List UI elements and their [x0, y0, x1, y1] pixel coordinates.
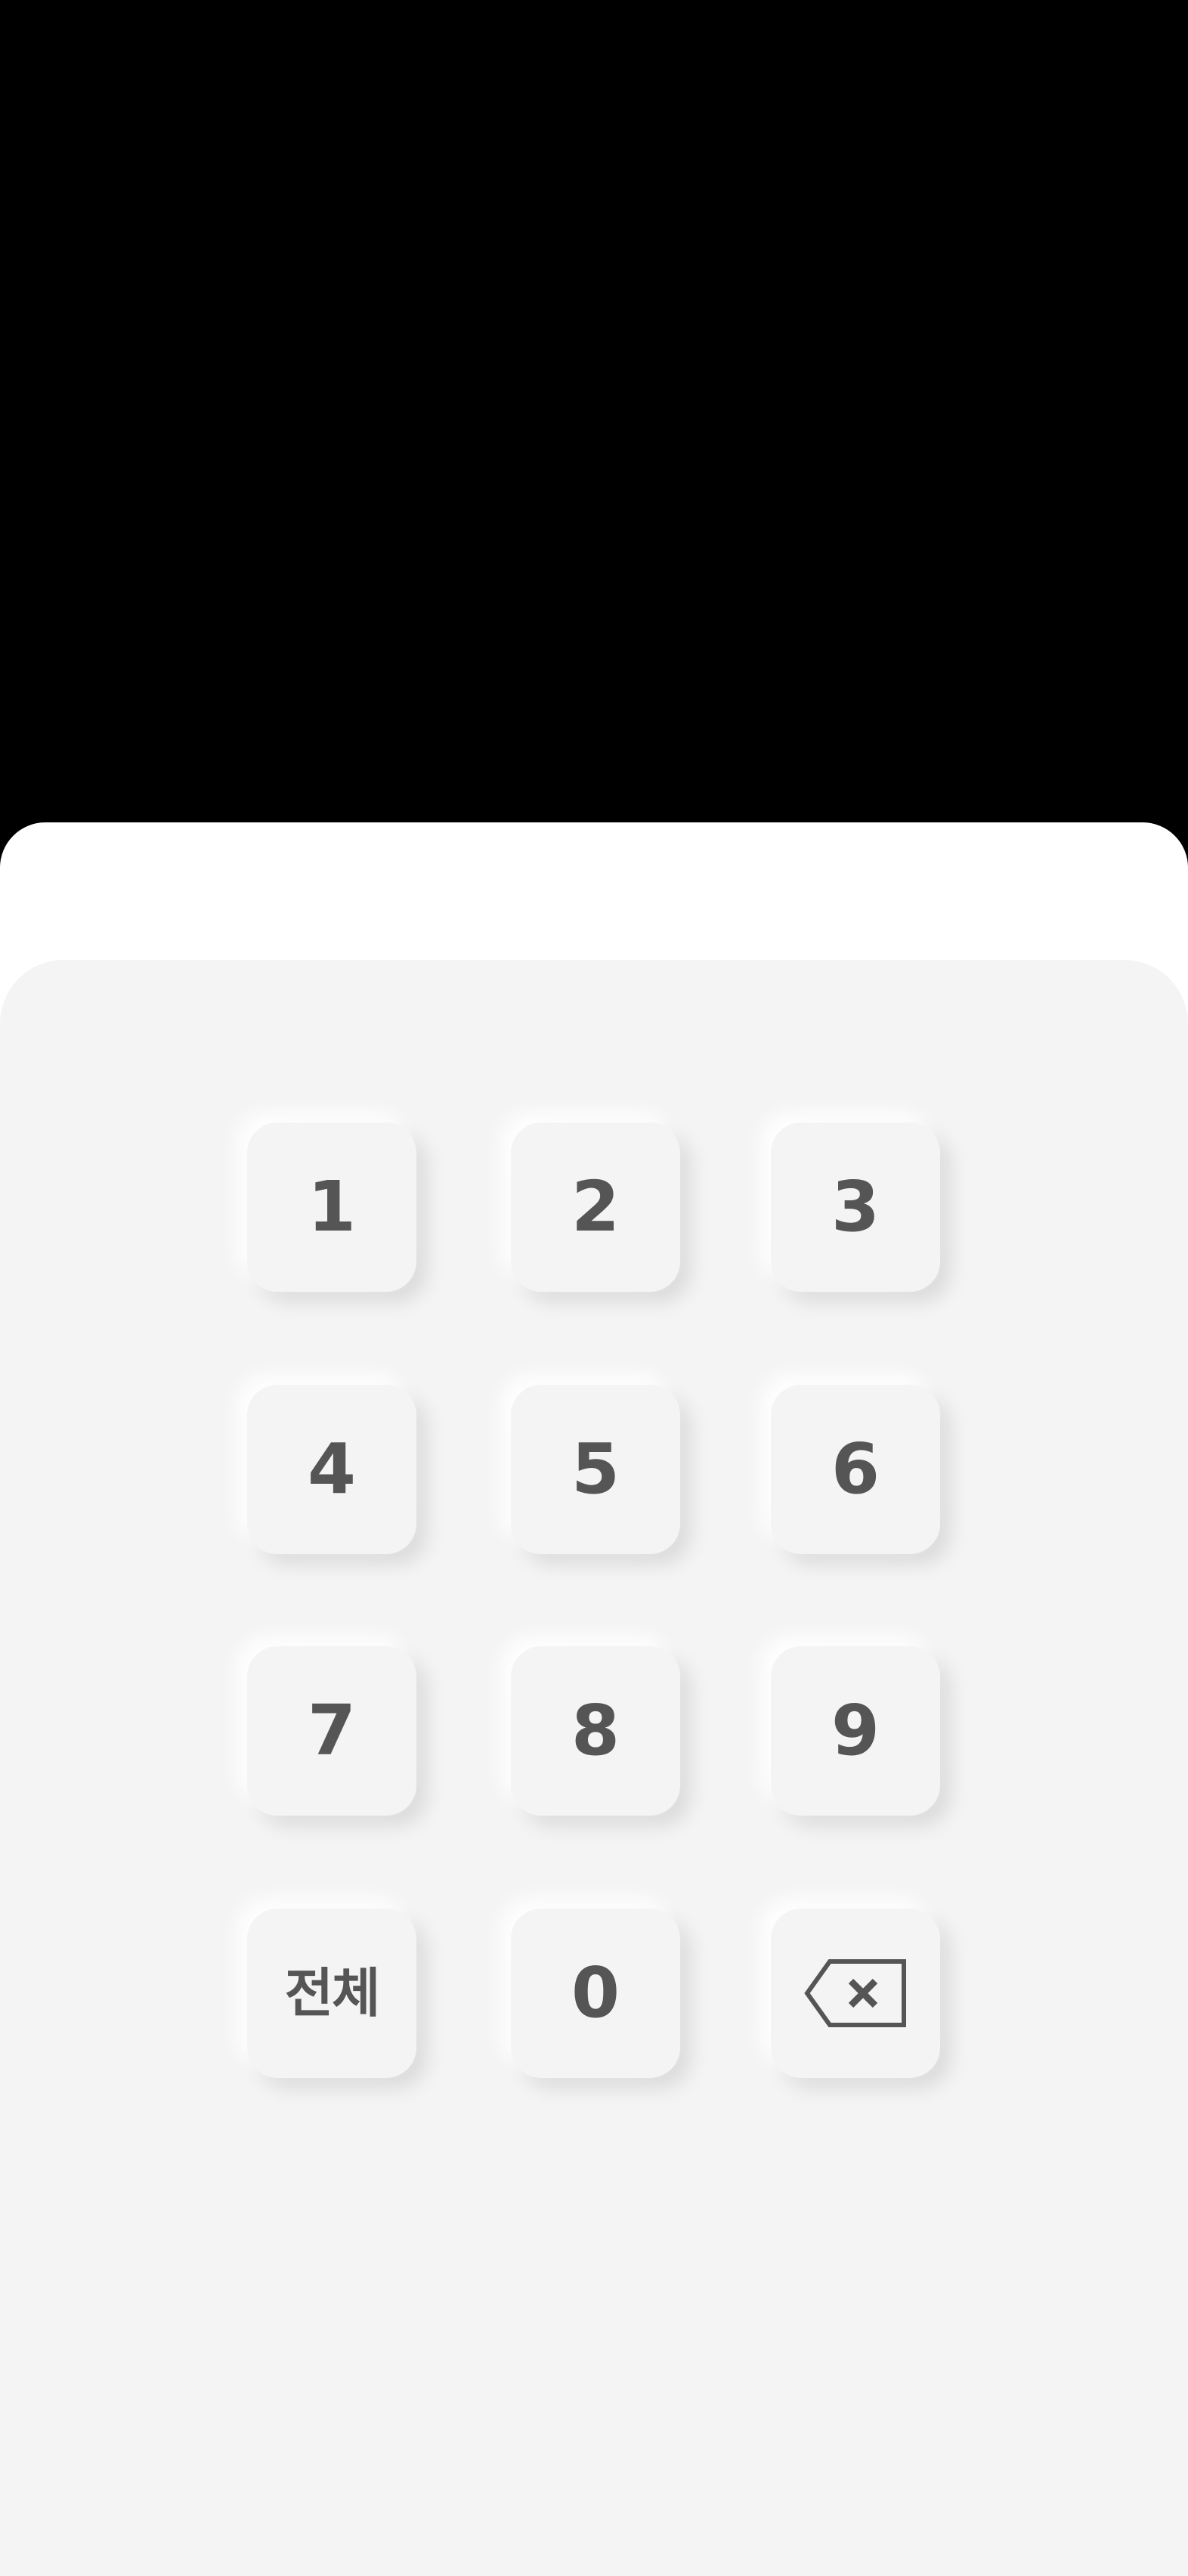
key-0[interactable]: 0 [511, 1909, 680, 2078]
key-4-label: 4 [307, 1429, 356, 1509]
key-4[interactable]: 4 [247, 1385, 416, 1554]
backspace-button[interactable] [771, 1909, 940, 2078]
key-3-label: 3 [831, 1166, 880, 1247]
top-dark-area [0, 0, 1188, 828]
key-5-label: 5 [571, 1429, 620, 1509]
key-9-label: 9 [831, 1690, 880, 1771]
key-8-label: 8 [571, 1690, 620, 1771]
screen: 1 2 3 4 5 6 7 8 9 전체 0 [0, 0, 1188, 2576]
key-8[interactable]: 8 [511, 1646, 680, 1816]
key-3[interactable]: 3 [771, 1122, 940, 1292]
key-2[interactable]: 2 [511, 1122, 680, 1292]
key-7[interactable]: 7 [247, 1646, 416, 1816]
key-0-label: 0 [571, 1952, 620, 2033]
key-1-label: 1 [307, 1166, 356, 1247]
key-7-label: 7 [307, 1690, 356, 1771]
keypad-panel: 1 2 3 4 5 6 7 8 9 전체 0 [0, 960, 1188, 2576]
key-5[interactable]: 5 [511, 1385, 680, 1554]
key-2-label: 2 [571, 1166, 620, 1247]
key-all-button[interactable]: 전체 [247, 1909, 416, 2078]
key-6[interactable]: 6 [771, 1385, 940, 1554]
key-6-label: 6 [831, 1429, 880, 1509]
key-1[interactable]: 1 [247, 1122, 416, 1292]
key-9[interactable]: 9 [771, 1646, 940, 1816]
key-all-label: 전체 [284, 1962, 381, 2024]
backspace-icon [804, 1958, 907, 2028]
